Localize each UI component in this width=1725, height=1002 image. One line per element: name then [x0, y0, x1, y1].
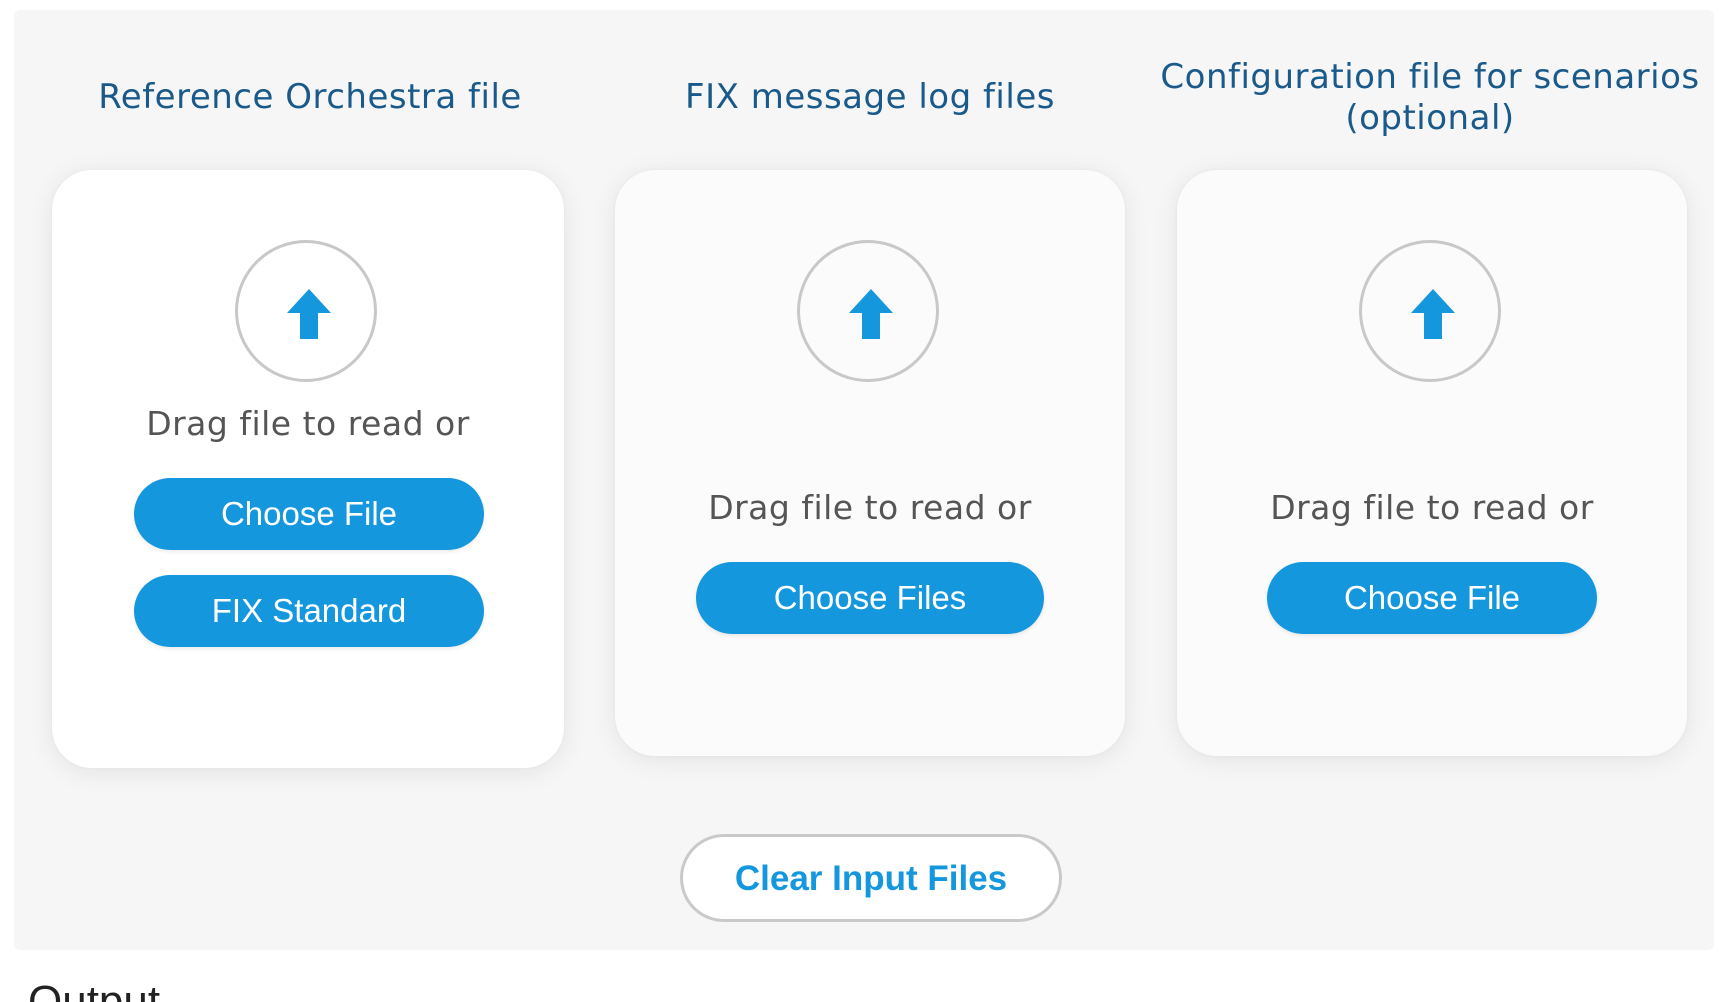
choose-files-button[interactable]: Choose Files	[696, 562, 1044, 634]
drag-text: Drag file to read or	[708, 488, 1032, 527]
clear-input-files-button[interactable]: Clear Input Files	[680, 834, 1062, 922]
column-title-line: Reference Orchestra file	[98, 77, 522, 117]
upload-arrow-icon	[1411, 289, 1455, 339]
drag-text: Drag file to read or	[1270, 488, 1594, 527]
drop-zone-fix-message-logs[interactable]: Drag file to read or Choose Files	[615, 170, 1125, 756]
output-heading: Output	[28, 977, 161, 1002]
drop-zone-configuration[interactable]: Drag file to read or Choose File	[1177, 170, 1687, 756]
drop-zone-reference-orchestra[interactable]: Drag file to read or Choose File FIX Sta…	[52, 170, 564, 768]
upload-arrow-icon	[849, 289, 893, 339]
column-title-fix-message-logs: FIX message log files	[620, 77, 1120, 118]
drag-text: Drag file to read or	[146, 404, 470, 443]
upload-circle	[1359, 240, 1501, 382]
column-title-configuration: Configuration file for scenarios (option…	[1160, 57, 1700, 139]
column-title-line: FIX message log files	[685, 77, 1055, 117]
file-input-page: Reference Orchestra file Drag file to re…	[0, 0, 1725, 1002]
upload-arrow-icon	[287, 289, 331, 339]
column-title-reference-orchestra: Reference Orchestra file	[60, 77, 560, 118]
column-title-line: Configuration file for scenarios	[1160, 57, 1700, 97]
column-title-line: (optional)	[1345, 98, 1515, 138]
upload-circle	[235, 240, 377, 382]
choose-config-file-button[interactable]: Choose File	[1267, 562, 1597, 634]
fix-standard-button[interactable]: FIX Standard	[134, 575, 484, 647]
choose-file-button[interactable]: Choose File	[134, 478, 484, 550]
upload-circle	[797, 240, 939, 382]
